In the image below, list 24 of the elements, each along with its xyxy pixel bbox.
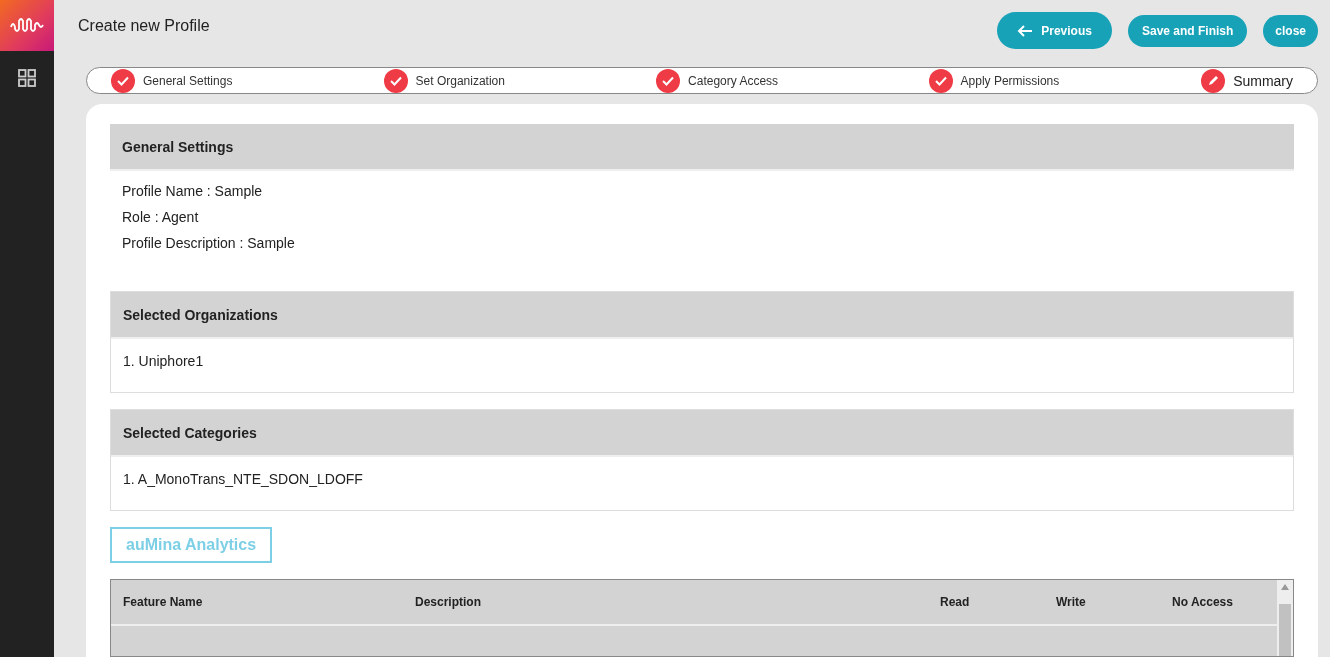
step-label[interactable]: Category Access: [688, 73, 779, 88]
field-text: Profile Name : Sample: [122, 183, 264, 199]
column-header: Read: [939, 595, 971, 609]
scroll-up-icon[interactable]: [1281, 584, 1289, 590]
step-label[interactable]: Apply Permissions: [960, 73, 1060, 88]
field-text: Role : Agent: [122, 209, 200, 225]
scrollbar[interactable]: [1277, 580, 1293, 656]
step-label[interactable]: Set Organization: [415, 73, 505, 88]
column-header: No Access: [1171, 595, 1233, 609]
list-item: 1. A_MonoTrans_NTE_SDON_LDOFF: [123, 471, 364, 487]
column-header: Feature Name: [122, 595, 204, 609]
field-text: Profile Description : Sample: [122, 235, 296, 251]
list-item: 1. Uniphore1: [123, 353, 205, 369]
section-header: Selected Organizations: [111, 292, 1293, 339]
column-header: Description: [414, 595, 482, 609]
arrow-left-icon: [1017, 24, 1034, 37]
page-title: Create new Profile: [78, 16, 211, 35]
section-header: General Settings: [110, 124, 1294, 171]
column-header: Write: [1055, 595, 1087, 609]
grid-icon[interactable]: [18, 69, 36, 87]
logo-icon[interactable]: [0, 0, 54, 51]
step-label[interactable]: Summary: [1233, 72, 1294, 89]
section-header: Selected Categories: [111, 410, 1293, 457]
step-label[interactable]: General Settings: [143, 73, 233, 88]
